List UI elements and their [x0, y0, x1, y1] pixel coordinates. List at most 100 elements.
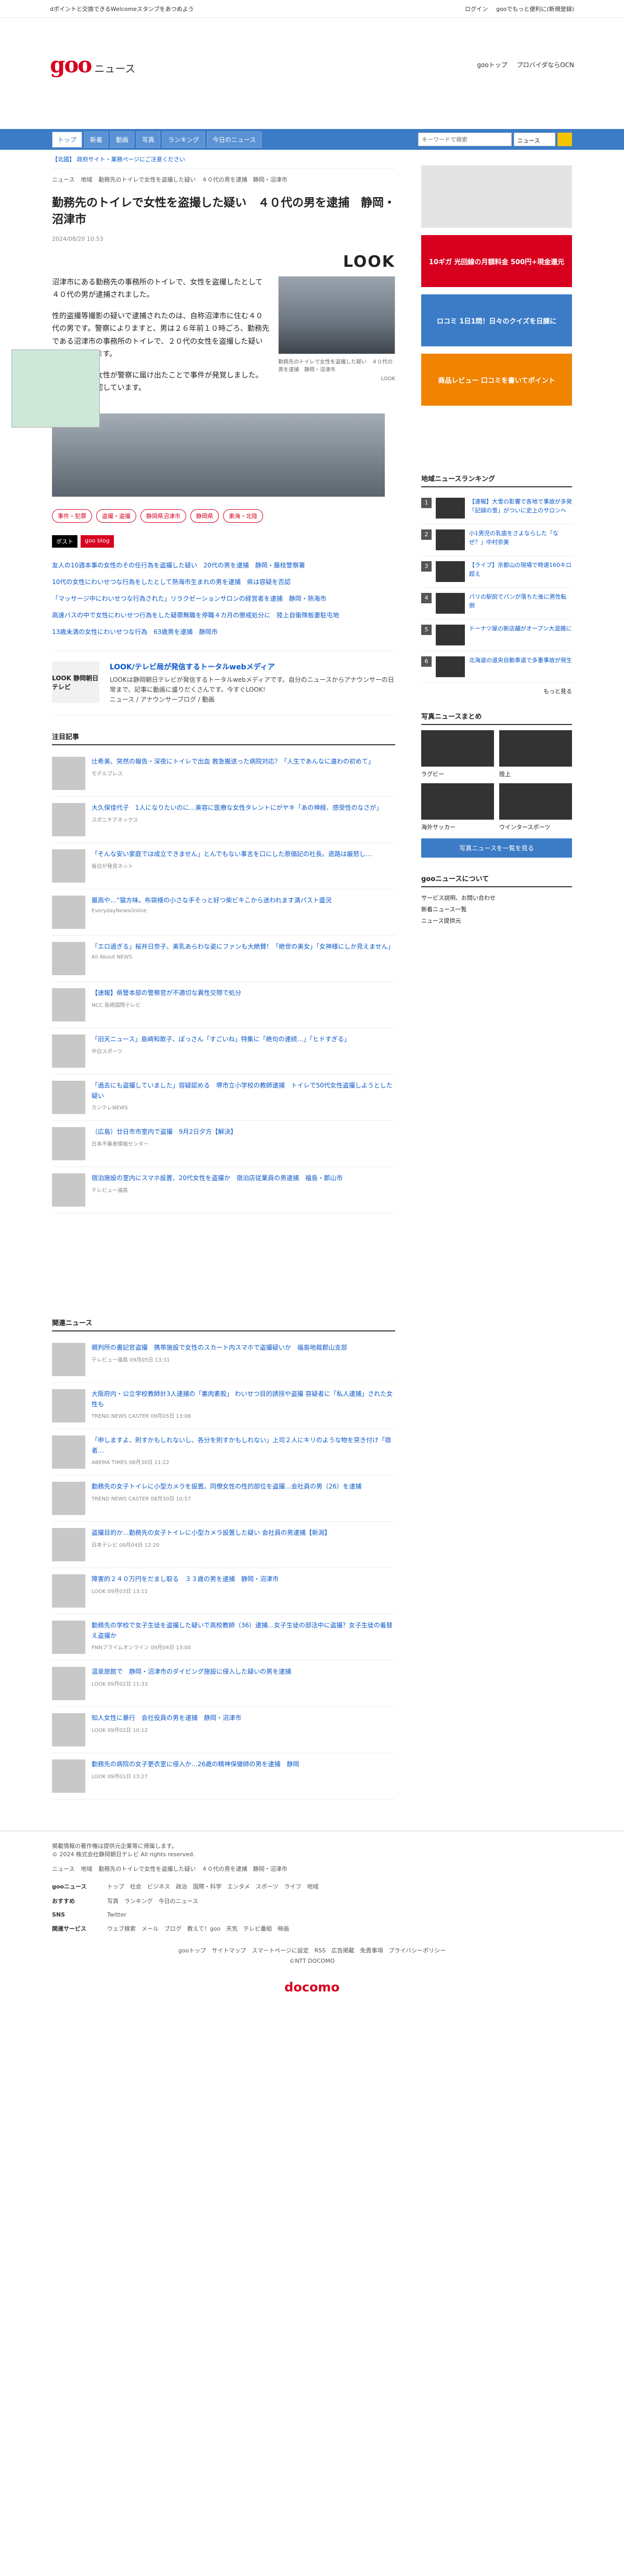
photo-label[interactable]: 陸上 — [499, 770, 572, 778]
article-photo-large[interactable] — [52, 413, 385, 497]
rank-title[interactable]: 小1男児の乳歯をさよならした「なぜ？」中村奈美 — [469, 529, 572, 550]
news-title[interactable]: 「申しますよ、則すかもしれないし、各分を則すかもしれない」上司２人にキリのような… — [92, 1435, 395, 1455]
ranking-item[interactable]: 1 【速報】大雪の影響で各地で事故が多発「記録の雪」がついに史上のサロンへ — [421, 493, 572, 524]
thumbnail[interactable] — [52, 988, 85, 1022]
thumbnail[interactable] — [52, 1127, 85, 1161]
tag[interactable]: 静岡県 — [190, 509, 219, 523]
rank-title[interactable]: パリの駅前でパンが落ちた後に男性転倒 — [469, 593, 572, 614]
news-item[interactable]: 盗撮目的か…勤務先の女子トイレに小型カメラ設置した疑い 会社員の男逮捕【新潟】日… — [52, 1522, 395, 1569]
rank-thumb[interactable] — [436, 529, 465, 550]
article-photo[interactable] — [278, 276, 395, 354]
footer-row-links[interactable]: 写真 ランキング 今日のニュース — [107, 1897, 198, 1905]
promo-title[interactable]: LOOK/テレビ局が発信するトータルwebメディア — [110, 662, 395, 672]
footer-row-links[interactable]: ウェブ検索 メール ブログ 教えて！goo 天気 テレビ番組 映画 — [107, 1924, 289, 1933]
featured-item[interactable]: 「エロ過ぎる」桜井日奈子、美乳あらわな姿にファンも大絶賛！「絶世の美女」「女神様… — [52, 936, 395, 982]
thumbnail[interactable] — [52, 803, 85, 837]
ocn-link[interactable]: プロバイダならOCN — [517, 60, 574, 69]
ranking-item[interactable]: 5 ドーナツ屋の新店舗がオープン大混雑に — [421, 619, 572, 651]
news-item[interactable]: 勤務先の学校で女子生徒を盗撮した疑いで高校教師（36）逮捕…女子生徒の部活中に盗… — [52, 1614, 395, 1661]
crumb-region[interactable]: 地域 — [81, 1865, 92, 1873]
about-link[interactable]: サービス説明、お問い合わせ — [421, 892, 572, 904]
promo-links[interactable]: ニュース / アナウンサーブログ / 動画 — [110, 695, 395, 705]
news-item[interactable]: 温泉旅館で 静岡・沼津市のダイビング施設に侵入した疑いの男を逮捕 LOOK 09月… — [52, 1661, 395, 1707]
login-link[interactable]: ログイン — [465, 5, 488, 13]
featured-title[interactable]: 「エロ過ぎる」桜井日奈子、美乳あらわな姿にファンも大絶賛！「絶世の美女」「女神様… — [92, 942, 394, 952]
news-item[interactable]: 親判所の書記官盗撮 携帯施設で女性のスカート内スマホで盗撮疑いか 福島地裁郡山支… — [52, 1337, 395, 1383]
photo-thumb[interactable] — [421, 783, 494, 820]
featured-item[interactable]: 「過去にも盗撮していました」容疑認める 堺市立小学校の教師逮捕 トイレで50代女… — [52, 1075, 395, 1121]
goo-blog-button[interactable]: goo blog — [81, 535, 114, 548]
goo-top-link[interactable]: gooトップ — [477, 60, 507, 69]
news-item[interactable]: 知人女性に暴行 会社役員の男を逮捕 静岡・沼津市 LOOK 09月02日 10:1… — [52, 1707, 395, 1754]
docomo-logo[interactable]: docomo — [52, 1980, 572, 1995]
news-title[interactable]: 勤務先の学校で女子生徒を盗撮した疑いで高校教師（36）逮捕…女子生徒の部活中に盗… — [92, 1621, 395, 1640]
footer-bottom-links[interactable]: gooトップ サイトマップ スマートページに設定 RSS 広告掲載 免責事項 プ… — [52, 1946, 572, 1954]
floating-ad[interactable] — [11, 349, 100, 428]
featured-title[interactable]: 「そんな安い家庭では成立できません」とんでもない事言を口にした原価記の社長。退路… — [92, 849, 372, 859]
notice[interactable]: 【北國】 政府サイト・業務ページにご注意ください — [52, 150, 395, 169]
rank-thumb[interactable] — [436, 593, 465, 614]
news-item[interactable]: 大阪府内・公立学校教師計3人逮捕の「裏肉素般」 わいせつ目的誘拐や盗撮 容疑者に… — [52, 1383, 395, 1430]
featured-title[interactable]: 宿泊施設の室内にスマホ設置、20代女性を盗撮か 宿泊店従業員の男逮捕 福島・郡山… — [92, 1173, 343, 1183]
featured-title[interactable]: 大久保佳代子 1人になりたいのに…美容に医療な女性タレントにがヤキ「あの神経、感… — [92, 803, 382, 813]
x-post-button[interactable]: ポスト — [52, 535, 77, 548]
tab-ranking[interactable]: ランキング — [162, 131, 205, 148]
featured-title[interactable]: 「旧天ニュース」島崎和歌子、ぽっさん「すごいね」特集に「絶句の連続…」「ヒドすぎ… — [92, 1034, 350, 1044]
thumbnail[interactable] — [52, 849, 85, 883]
rank-thumb[interactable] — [436, 625, 465, 645]
thumbnail[interactable] — [52, 1528, 85, 1562]
news-title[interactable]: 大阪府内・公立学校教師計3人逮捕の「裏肉素般」 わいせつ目的誘拐や盗撮 容疑者に… — [92, 1389, 395, 1409]
quiz-banner[interactable]: ロコミ 1日1問！日々のクイズを日課に — [421, 294, 572, 346]
thumbnail[interactable] — [52, 1034, 85, 1068]
thumbnail[interactable] — [52, 1389, 85, 1423]
ranking-more-link[interactable]: もっと見る — [421, 687, 572, 695]
ranking-item[interactable]: 3 【ライブ】京都山の現場で時速160キロ超え — [421, 556, 572, 588]
review-banner[interactable]: 商品レビュー 口コミを書いてポイント — [421, 354, 572, 406]
related-link[interactable]: 10代の女性にわいせつな行為をしたとして熱海市生まれの男を逮捕 県は容疑を否認 — [52, 574, 395, 590]
news-title[interactable]: 知人女性に暴行 会社役員の男を逮捕 静岡・沼津市 — [92, 1713, 241, 1723]
rank-title[interactable]: ドーナツ屋の新店舗がオープン大混雑に — [469, 625, 571, 645]
featured-item[interactable]: 「旧天ニュース」島崎和歌子、ぽっさん「すごいね」特集に「絶句の連続…」「ヒドすぎ… — [52, 1028, 395, 1075]
photo-thumb[interactable] — [499, 783, 572, 820]
tab-top[interactable]: トップ — [52, 131, 83, 148]
featured-title[interactable]: 最高や…”猫方味。布袋様の小さな手そっと好つ柴ビキこから迷われます満パスト盛況 — [92, 896, 332, 905]
thumbnail[interactable] — [52, 896, 85, 929]
thumbnail[interactable] — [52, 1435, 85, 1469]
related-link[interactable]: 高速バスの中で女性にわいせつ行為をした疑罪無職を停職４カ月の懲戒処分に 陸上自衛… — [52, 607, 395, 624]
news-title[interactable]: 盗撮目的か…勤務先の女子トイレに小型カメラ設置した疑い 会社員の男逮捕【新潟】 — [92, 1528, 331, 1538]
ranking-item[interactable]: 2 小1男児の乳歯をさよならした「なぜ？」中村奈美 — [421, 524, 572, 556]
footer-row-links[interactable]: トップ 社会 ビジネス 政治 国際・科学 エンタメ スポーツ ライフ 地域 — [107, 1882, 318, 1891]
featured-title[interactable]: （広島）廿日市市室内で盗撮 9月2日夕方【解決】 — [92, 1127, 237, 1137]
promo-link[interactable]: dポイントと交換できるWelcomeスタンプをあつめよう — [50, 5, 194, 13]
tag[interactable]: 事件・犯罪 — [52, 509, 92, 523]
photo-thumb[interactable] — [499, 730, 572, 767]
footer-row-links[interactable]: Twitter — [107, 1911, 126, 1918]
ranking-item[interactable]: 4 パリの駅前でパンが落ちた後に男性転倒 — [421, 588, 572, 619]
rank-thumb[interactable] — [436, 561, 465, 582]
news-item[interactable]: 勤務先の病院の女子更衣室に侵入か…26歳の精神保健師の男を逮捕 静岡 LOOK 0… — [52, 1753, 395, 1800]
signup-link[interactable]: gooでもっと便利に(新規登録) — [496, 5, 574, 13]
news-title[interactable]: 親判所の書記官盗撮 携帯施設で女性のスカート内スマホで盗撮疑いか 福島地裁郡山支… — [92, 1343, 347, 1353]
thumbnail[interactable] — [52, 1759, 85, 1793]
photo-label[interactable]: 海外サッカー — [421, 823, 494, 831]
tab-new[interactable]: 新着 — [84, 131, 109, 148]
rank-thumb[interactable] — [436, 498, 465, 519]
about-link[interactable]: ニュース提供元 — [421, 915, 572, 927]
rank-title[interactable]: 北海道の道央自動車道で多重事故が発生 — [469, 656, 572, 677]
related-link[interactable]: 13歳未満の女性にわいせつな行為 63歳男を逮捕 静岡市 — [52, 624, 395, 640]
thumbnail[interactable] — [52, 1173, 85, 1207]
crumb-region[interactable]: 地域 — [81, 175, 92, 184]
featured-item[interactable]: 大久保佳代子 1人になりたいのに…美容に医療な女性タレントにがヤキ「あの神経、感… — [52, 797, 395, 844]
crumb-news[interactable]: ニュース — [52, 175, 74, 184]
news-title[interactable]: 障害的２４０万円をだまし取る ３３歳の男を逮捕 静岡・沼津市 — [92, 1574, 279, 1584]
about-link[interactable]: 新着ニュース一覧 — [421, 904, 572, 915]
thumbnail[interactable] — [52, 942, 85, 976]
thumbnail[interactable] — [52, 1482, 85, 1516]
featured-title[interactable]: 辻希美、突然の報告・深夜にトイレで出血 救急搬送った病院対応？「人生であんなに違… — [92, 757, 374, 767]
thumbnail[interactable] — [52, 1713, 85, 1747]
thumbnail[interactable] — [52, 1621, 85, 1654]
photo-list-button[interactable]: 写真ニュースを一覧を見る — [421, 838, 572, 858]
featured-item[interactable]: 最高や…”猫方味。布袋様の小さな手そっと好つ柴ビキこから迷われます満パスト盛況 E… — [52, 889, 395, 936]
thumbnail[interactable] — [52, 757, 85, 791]
tag[interactable]: 静岡県沼津市 — [140, 509, 186, 523]
